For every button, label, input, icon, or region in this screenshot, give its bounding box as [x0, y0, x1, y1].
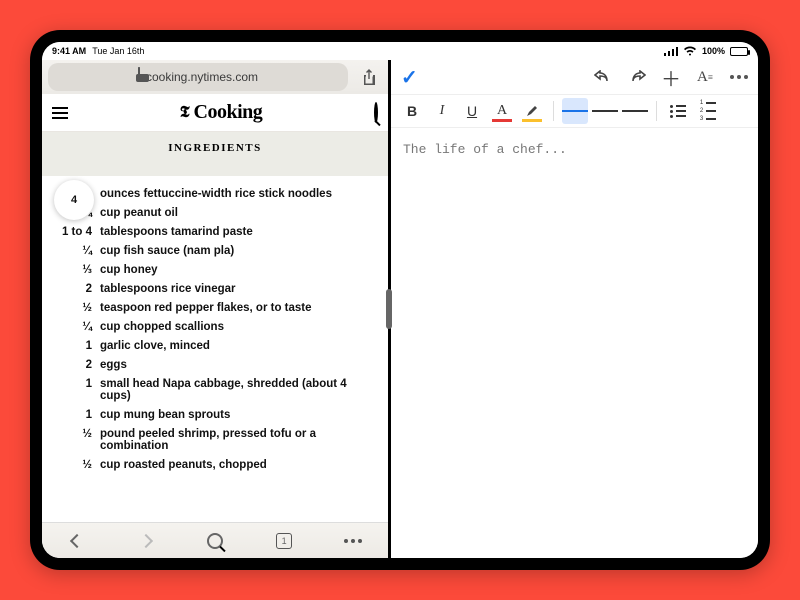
- ingredient-row[interactable]: ½ pound peeled shrimp, pressed tofu or a …: [52, 424, 378, 455]
- ipad-screen: 9:41 AM Tue Jan 16th 100%: [42, 42, 758, 558]
- scroll-fade: [42, 502, 388, 522]
- ingredient-qty: ½: [52, 428, 92, 452]
- ingredient-text: cup honey: [100, 264, 378, 276]
- ingredient-qty: ½: [52, 302, 92, 314]
- ingredient-qty: ½: [52, 459, 92, 471]
- align-left-button[interactable]: [562, 98, 588, 124]
- ingredient-qty: ¼: [52, 245, 92, 257]
- nyt-cooking-header: 𝕿 Cooking: [42, 94, 388, 132]
- nyt-cooking-logo[interactable]: 𝕿 Cooking: [180, 101, 263, 124]
- ingredient-text: cup roasted peanuts, chopped: [100, 459, 378, 471]
- safari-bottom-toolbar: 1: [42, 522, 388, 558]
- tabs-icon: 1: [276, 533, 292, 549]
- text-style-button[interactable]: A≡: [696, 68, 714, 86]
- ingredient-text: cup chopped scallions: [100, 321, 378, 333]
- editor-pane: ✓ ＋ A≡ B I: [391, 60, 758, 558]
- editor-titlebar: ✓ ＋ A≡: [391, 60, 758, 94]
- ios-status-bar: 9:41 AM Tue Jan 16th 100%: [42, 42, 758, 60]
- ingredient-text: teaspoon red pepper flakes, or to taste: [100, 302, 378, 314]
- add-button[interactable]: ＋: [662, 68, 680, 86]
- ingredient-text: tablespoons tamarind paste: [100, 226, 378, 238]
- ingredient-row[interactable]: 2 tablespoons rice vinegar: [52, 279, 378, 298]
- undo-button[interactable]: [594, 68, 612, 86]
- forward-button[interactable]: [132, 527, 160, 555]
- ingredient-qty: 1 to 4: [52, 226, 92, 238]
- ingredient-row[interactable]: ¼ cup fish sauce (nam pla): [52, 241, 378, 260]
- overflow-button[interactable]: [730, 68, 748, 86]
- ingredient-qty: 2: [52, 359, 92, 371]
- ingredient-row[interactable]: 1 garlic clove, minced: [52, 336, 378, 355]
- safari-pane: cooking.nytimes.com 𝕿 Cooking INGREDIENT…: [42, 60, 388, 558]
- safari-url-row: cooking.nytimes.com: [42, 60, 388, 94]
- more-icon: [730, 75, 748, 79]
- more-icon: [344, 539, 362, 543]
- ingredient-qty: 1: [52, 340, 92, 352]
- wifi-icon: [683, 46, 697, 56]
- share-button[interactable]: [356, 64, 382, 90]
- toolbar-separator: [553, 101, 554, 121]
- ingredient-row[interactable]: ½ cup roasted peanuts, chopped: [52, 455, 378, 474]
- ingredient-row[interactable]: ½ teaspoon red pepper flakes, or to taste: [52, 298, 378, 317]
- ingredient-row[interactable]: 1 cup mung bean sprouts: [52, 405, 378, 424]
- ingredient-row[interactable]: 4ounces fettuccine-width rice stick nood…: [52, 184, 378, 203]
- ingredient-qty: 1: [52, 409, 92, 421]
- editor-toolbar: B I U A: [391, 94, 758, 128]
- ipad-frame: 9:41 AM Tue Jan 16th 100%: [30, 30, 770, 570]
- bold-button[interactable]: B: [399, 98, 425, 124]
- ingredient-row[interactable]: 1 to 4 tablespoons tamarind paste: [52, 222, 378, 241]
- numbered-list-button[interactable]: 123: [695, 98, 721, 124]
- ingredient-row[interactable]: 2 eggs: [52, 355, 378, 374]
- nyt-t-icon: 𝕿: [180, 104, 190, 122]
- ingredient-text: ounces fettuccine-width rice stick noodl…: [100, 188, 378, 200]
- ingredient-text: pound peeled shrimp, pressed tofu or a c…: [100, 428, 378, 452]
- ingredients-list[interactable]: 4 4ounces fettuccine-width rice stick no…: [42, 176, 388, 522]
- redo-button[interactable]: [628, 68, 646, 86]
- back-button[interactable]: [63, 527, 91, 555]
- align-center-button[interactable]: [592, 98, 618, 124]
- signal-icon: [664, 47, 678, 56]
- split-view-divider[interactable]: [388, 60, 391, 558]
- ingredient-text: eggs: [100, 359, 378, 371]
- safari-url-bar[interactable]: cooking.nytimes.com: [48, 63, 348, 91]
- align-right-button[interactable]: [622, 98, 648, 124]
- done-checkmark[interactable]: ✓: [401, 65, 418, 90]
- url-text: cooking.nytimes.com: [146, 70, 258, 84]
- ingredient-text: tablespoons rice vinegar: [100, 283, 378, 295]
- ingredient-text: cup peanut oil: [100, 207, 378, 219]
- editor-document-body[interactable]: The life of a chef...: [391, 128, 758, 558]
- hamburger-menu[interactable]: [52, 107, 68, 119]
- ingredient-qty: ⅓: [52, 264, 92, 276]
- ingredient-row[interactable]: ¼cup peanut oil: [52, 203, 378, 222]
- ingredient-qty: 1: [52, 378, 92, 402]
- status-time: 9:41 AM: [52, 46, 86, 56]
- battery-icon: [730, 47, 748, 56]
- underline-button[interactable]: U: [459, 98, 485, 124]
- italic-button[interactable]: I: [429, 98, 455, 124]
- lock-icon: [138, 70, 140, 84]
- drag-highlight-bubble[interactable]: 4: [54, 180, 94, 220]
- ingredient-text: garlic clove, minced: [100, 340, 378, 352]
- ingredient-row[interactable]: 1 small head Napa cabbage, shredded (abou…: [52, 374, 378, 405]
- ingredient-row[interactable]: ⅓ cup honey: [52, 260, 378, 279]
- tabs-button[interactable]: 1: [270, 527, 298, 555]
- ingredient-qty: 2: [52, 283, 92, 295]
- ingredient-text: small head Napa cabbage, shredded (about…: [100, 378, 378, 402]
- search-icon: [374, 102, 378, 123]
- text-color-button[interactable]: A: [489, 98, 515, 124]
- ingredient-text: cup mung bean sprouts: [100, 409, 378, 421]
- ingredients-heading: INGREDIENTS: [42, 132, 388, 176]
- status-date: Tue Jan 16th: [92, 46, 144, 56]
- ingredient-row[interactable]: ¼ cup chopped scallions: [52, 317, 378, 336]
- search-icon: [207, 533, 223, 549]
- more-button[interactable]: [339, 527, 367, 555]
- battery-pct: 100%: [702, 46, 725, 56]
- ingredient-text: cup fish sauce (nam pla): [100, 245, 378, 257]
- highlight-color-button[interactable]: [519, 98, 545, 124]
- toolbar-separator: [656, 101, 657, 121]
- site-search-button[interactable]: [374, 104, 378, 122]
- ingredient-qty: ¼: [52, 321, 92, 333]
- bullet-list-button[interactable]: [665, 98, 691, 124]
- bottom-search-button[interactable]: [201, 527, 229, 555]
- cooking-wordmark: Cooking: [194, 101, 263, 124]
